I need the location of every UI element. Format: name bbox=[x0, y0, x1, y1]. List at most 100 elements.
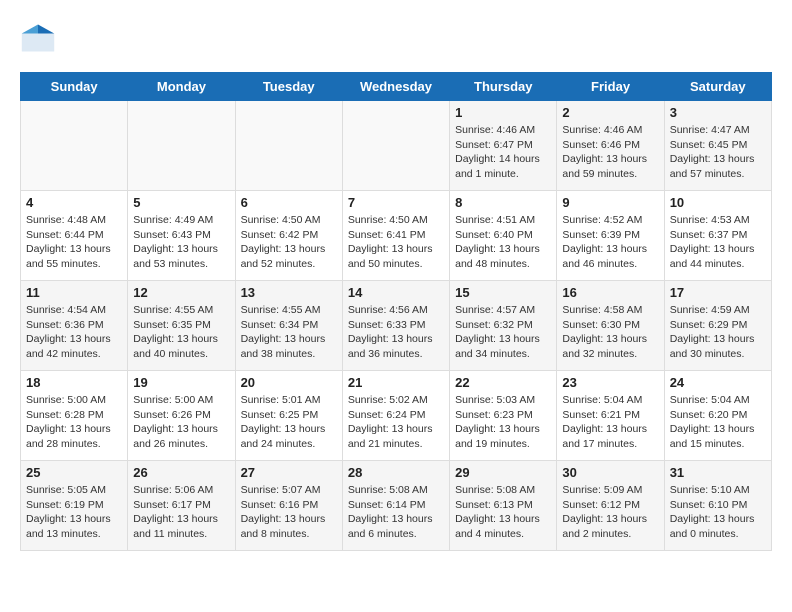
calendar-cell bbox=[235, 101, 342, 191]
day-number: 8 bbox=[455, 195, 551, 210]
day-info: Sunrise: 4:58 AM Sunset: 6:30 PM Dayligh… bbox=[562, 303, 658, 362]
day-number: 17 bbox=[670, 285, 766, 300]
calendar-cell: 20Sunrise: 5:01 AM Sunset: 6:25 PM Dayli… bbox=[235, 371, 342, 461]
day-number: 6 bbox=[241, 195, 337, 210]
day-number: 26 bbox=[133, 465, 229, 480]
day-info: Sunrise: 5:04 AM Sunset: 6:21 PM Dayligh… bbox=[562, 393, 658, 452]
day-number: 31 bbox=[670, 465, 766, 480]
calendar-cell: 4Sunrise: 4:48 AM Sunset: 6:44 PM Daylig… bbox=[21, 191, 128, 281]
calendar-cell: 2 Sunrise: 4:46 AM Sunset: 6:46 PM Daylig… bbox=[557, 101, 664, 191]
day-info: Sunrise: 4:50 AM Sunset: 6:41 PM Dayligh… bbox=[348, 213, 444, 272]
day-info: Sunrise: 5:10 AM Sunset: 6:10 PM Dayligh… bbox=[670, 483, 766, 542]
calendar-cell: 18Sunrise: 5:00 AM Sunset: 6:28 PM Dayli… bbox=[21, 371, 128, 461]
calendar-cell: 6 Sunrise: 4:50 AM Sunset: 6:42 PM Daylig… bbox=[235, 191, 342, 281]
calendar-cell bbox=[342, 101, 449, 191]
calendar-cell: 22 Sunrise: 5:03 AM Sunset: 6:23 PM Dayli… bbox=[450, 371, 557, 461]
logo-icon bbox=[20, 20, 56, 56]
calendar-cell: 7 Sunrise: 4:50 AM Sunset: 6:41 PM Daylig… bbox=[342, 191, 449, 281]
day-info: Sunrise: 4:55 AM Sunset: 6:34 PM Dayligh… bbox=[241, 303, 337, 362]
day-header-friday: Friday bbox=[557, 73, 664, 101]
day-header-monday: Monday bbox=[128, 73, 235, 101]
calendar-cell: 19Sunrise: 5:00 AM Sunset: 6:26 PM Dayli… bbox=[128, 371, 235, 461]
day-info: Sunrise: 4:46 AM Sunset: 6:46 PM Dayligh… bbox=[562, 123, 658, 182]
day-number: 20 bbox=[241, 375, 337, 390]
day-number: 24 bbox=[670, 375, 766, 390]
calendar-cell: 13 Sunrise: 4:55 AM Sunset: 6:34 PM Dayli… bbox=[235, 281, 342, 371]
day-number: 22 bbox=[455, 375, 551, 390]
calendar-cell: 23Sunrise: 5:04 AM Sunset: 6:21 PM Dayli… bbox=[557, 371, 664, 461]
calendar-cell bbox=[21, 101, 128, 191]
calendar-cell: 28 Sunrise: 5:08 AM Sunset: 6:14 PM Dayli… bbox=[342, 461, 449, 551]
day-number: 15 bbox=[455, 285, 551, 300]
calendar-cell: 26Sunrise: 5:06 AM Sunset: 6:17 PM Dayli… bbox=[128, 461, 235, 551]
day-number: 16 bbox=[562, 285, 658, 300]
calendar-cell: 21 Sunrise: 5:02 AM Sunset: 6:24 PM Dayli… bbox=[342, 371, 449, 461]
day-header-sunday: Sunday bbox=[21, 73, 128, 101]
day-number: 25 bbox=[26, 465, 122, 480]
day-info: Sunrise: 4:56 AM Sunset: 6:33 PM Dayligh… bbox=[348, 303, 444, 362]
calendar-cell: 5Sunrise: 4:49 AM Sunset: 6:43 PM Daylig… bbox=[128, 191, 235, 281]
day-number: 10 bbox=[670, 195, 766, 210]
calendar-cell: 11 Sunrise: 4:54 AM Sunset: 6:36 PM Dayli… bbox=[21, 281, 128, 371]
calendar-week-2: 4Sunrise: 4:48 AM Sunset: 6:44 PM Daylig… bbox=[21, 191, 772, 281]
day-number: 13 bbox=[241, 285, 337, 300]
day-info: Sunrise: 5:05 AM Sunset: 6:19 PM Dayligh… bbox=[26, 483, 122, 542]
day-info: Sunrise: 4:49 AM Sunset: 6:43 PM Dayligh… bbox=[133, 213, 229, 272]
day-number: 7 bbox=[348, 195, 444, 210]
day-number: 29 bbox=[455, 465, 551, 480]
day-number: 1 bbox=[455, 105, 551, 120]
day-info: Sunrise: 5:09 AM Sunset: 6:12 PM Dayligh… bbox=[562, 483, 658, 542]
calendar-week-3: 11 Sunrise: 4:54 AM Sunset: 6:36 PM Dayli… bbox=[21, 281, 772, 371]
day-number: 2 bbox=[562, 105, 658, 120]
day-info: Sunrise: 4:53 AM Sunset: 6:37 PM Dayligh… bbox=[670, 213, 766, 272]
calendar-cell bbox=[128, 101, 235, 191]
calendar-cell: 8Sunrise: 4:51 AM Sunset: 6:40 PM Daylig… bbox=[450, 191, 557, 281]
day-number: 12 bbox=[133, 285, 229, 300]
day-number: 9 bbox=[562, 195, 658, 210]
day-number: 19 bbox=[133, 375, 229, 390]
day-info: Sunrise: 4:52 AM Sunset: 6:39 PM Dayligh… bbox=[562, 213, 658, 272]
day-info: Sunrise: 4:57 AM Sunset: 6:32 PM Dayligh… bbox=[455, 303, 551, 362]
day-info: Sunrise: 5:00 AM Sunset: 6:28 PM Dayligh… bbox=[26, 393, 122, 452]
calendar-cell: 3Sunrise: 4:47 AM Sunset: 6:45 PM Daylig… bbox=[664, 101, 771, 191]
day-info: Sunrise: 5:08 AM Sunset: 6:14 PM Dayligh… bbox=[348, 483, 444, 542]
logo bbox=[20, 20, 60, 56]
calendar-cell: 27 Sunrise: 5:07 AM Sunset: 6:16 PM Dayli… bbox=[235, 461, 342, 551]
calendar-cell: 9 Sunrise: 4:52 AM Sunset: 6:39 PM Daylig… bbox=[557, 191, 664, 281]
day-number: 21 bbox=[348, 375, 444, 390]
day-header-thursday: Thursday bbox=[450, 73, 557, 101]
calendar-cell: 12 Sunrise: 4:55 AM Sunset: 6:35 PM Dayli… bbox=[128, 281, 235, 371]
day-info: Sunrise: 4:46 AM Sunset: 6:47 PM Dayligh… bbox=[455, 123, 551, 182]
calendar-cell: 10 Sunrise: 4:53 AM Sunset: 6:37 PM Dayli… bbox=[664, 191, 771, 281]
calendar-cell: 24 Sunrise: 5:04 AM Sunset: 6:20 PM Dayli… bbox=[664, 371, 771, 461]
calendar-cell: 16 Sunrise: 4:58 AM Sunset: 6:30 PM Dayli… bbox=[557, 281, 664, 371]
day-number: 4 bbox=[26, 195, 122, 210]
calendar-cell: 14 Sunrise: 4:56 AM Sunset: 6:33 PM Dayli… bbox=[342, 281, 449, 371]
calendar-week-5: 25 Sunrise: 5:05 AM Sunset: 6:19 PM Dayli… bbox=[21, 461, 772, 551]
calendar-table: SundayMondayTuesdayWednesdayThursdayFrid… bbox=[20, 72, 772, 551]
calendar-week-1: 1 Sunrise: 4:46 AM Sunset: 6:47 PM Daylig… bbox=[21, 101, 772, 191]
day-info: Sunrise: 5:07 AM Sunset: 6:16 PM Dayligh… bbox=[241, 483, 337, 542]
day-info: Sunrise: 5:03 AM Sunset: 6:23 PM Dayligh… bbox=[455, 393, 551, 452]
day-info: Sunrise: 4:55 AM Sunset: 6:35 PM Dayligh… bbox=[133, 303, 229, 362]
day-info: Sunrise: 5:04 AM Sunset: 6:20 PM Dayligh… bbox=[670, 393, 766, 452]
day-number: 27 bbox=[241, 465, 337, 480]
days-header-row: SundayMondayTuesdayWednesdayThursdayFrid… bbox=[21, 73, 772, 101]
day-info: Sunrise: 5:08 AM Sunset: 6:13 PM Dayligh… bbox=[455, 483, 551, 542]
day-info: Sunrise: 4:54 AM Sunset: 6:36 PM Dayligh… bbox=[26, 303, 122, 362]
day-info: Sunrise: 4:59 AM Sunset: 6:29 PM Dayligh… bbox=[670, 303, 766, 362]
day-number: 28 bbox=[348, 465, 444, 480]
calendar-cell: 1 Sunrise: 4:46 AM Sunset: 6:47 PM Daylig… bbox=[450, 101, 557, 191]
day-number: 11 bbox=[26, 285, 122, 300]
calendar-cell: 29 Sunrise: 5:08 AM Sunset: 6:13 PM Dayli… bbox=[450, 461, 557, 551]
calendar-cell: 17 Sunrise: 4:59 AM Sunset: 6:29 PM Dayli… bbox=[664, 281, 771, 371]
day-number: 14 bbox=[348, 285, 444, 300]
calendar-week-4: 18Sunrise: 5:00 AM Sunset: 6:28 PM Dayli… bbox=[21, 371, 772, 461]
day-info: Sunrise: 4:47 AM Sunset: 6:45 PM Dayligh… bbox=[670, 123, 766, 182]
day-info: Sunrise: 4:50 AM Sunset: 6:42 PM Dayligh… bbox=[241, 213, 337, 272]
calendar-cell: 31 Sunrise: 5:10 AM Sunset: 6:10 PM Dayli… bbox=[664, 461, 771, 551]
calendar-cell: 25 Sunrise: 5:05 AM Sunset: 6:19 PM Dayli… bbox=[21, 461, 128, 551]
day-header-wednesday: Wednesday bbox=[342, 73, 449, 101]
day-info: Sunrise: 5:02 AM Sunset: 6:24 PM Dayligh… bbox=[348, 393, 444, 452]
day-number: 30 bbox=[562, 465, 658, 480]
